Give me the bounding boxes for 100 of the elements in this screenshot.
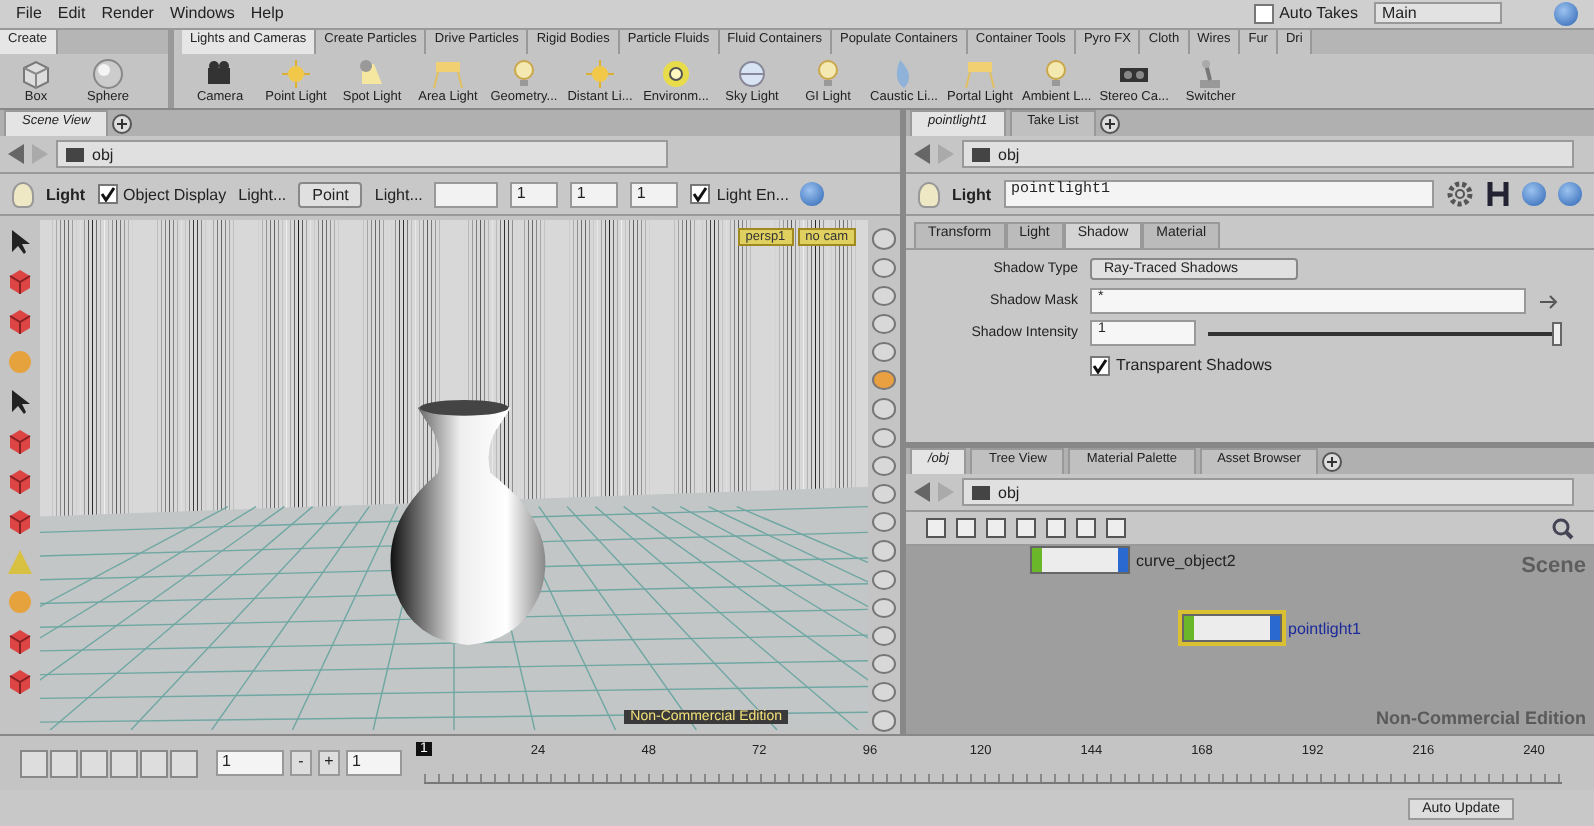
light-bulb-icon xyxy=(508,58,540,91)
node-type-label: Light xyxy=(46,185,86,204)
network-node[interactable] xyxy=(1030,546,1130,575)
circle-icon[interactable] xyxy=(872,427,896,448)
light-bulb-icon xyxy=(918,181,940,208)
menu-item[interactable]: Render xyxy=(101,4,154,23)
playback-button[interactable] xyxy=(170,749,198,778)
circle-icon[interactable] xyxy=(872,228,896,250)
circle-icon[interactable] xyxy=(872,512,896,533)
info-icon[interactable] xyxy=(1522,182,1546,207)
circle-icon[interactable] xyxy=(872,455,896,476)
playback-button[interactable] xyxy=(110,749,138,778)
toolbar-square-icon[interactable] xyxy=(1046,518,1066,539)
step-button[interactable]: - xyxy=(290,750,312,777)
add-tab-icon[interactable] xyxy=(1322,451,1343,472)
menu-item[interactable]: Windows xyxy=(169,4,235,23)
cube-icon[interactable] xyxy=(6,308,34,337)
circle-icon[interactable] xyxy=(872,342,896,363)
checkmark-icon xyxy=(99,186,116,203)
path-field[interactable]: obj xyxy=(962,478,1574,507)
sphere-icon[interactable] xyxy=(872,370,896,391)
node-type-label: Light xyxy=(952,185,992,204)
slider-handle[interactable] xyxy=(1552,321,1562,346)
frame-field[interactable]: 1 xyxy=(216,750,284,777)
value-field[interactable]: 1 xyxy=(630,181,679,208)
playback-button[interactable] xyxy=(140,749,168,778)
playback-button[interactable] xyxy=(80,749,108,778)
value-field[interactable]: 1 xyxy=(570,181,619,208)
light-panel-icon xyxy=(964,58,996,91)
circle-icon[interactable] xyxy=(872,682,896,703)
arrow-icon[interactable] xyxy=(1538,293,1562,310)
light-bulb-icon xyxy=(812,58,844,91)
transparent-shadows-checkbox[interactable]: Transparent Shadows xyxy=(1090,355,1272,376)
cube-icon[interactable] xyxy=(6,628,34,657)
circle-icon[interactable] xyxy=(872,285,896,306)
cursor-arrow-icon[interactable] xyxy=(6,228,34,257)
light-panel-icon xyxy=(432,58,464,91)
circle-icon[interactable] xyxy=(872,569,896,590)
start-frame-field[interactable]: 1 xyxy=(346,750,402,777)
sphere-icon xyxy=(92,58,124,91)
help-icon[interactable] xyxy=(1558,182,1582,207)
cube-icon[interactable] xyxy=(6,668,34,697)
toolbar-square-icon[interactable] xyxy=(1016,518,1036,539)
light-bulb-icon xyxy=(12,181,34,208)
cursor-arrow-icon[interactable] xyxy=(6,388,34,417)
auto-takes-checkbox[interactable]: Auto Takes xyxy=(1253,3,1358,24)
playback-button[interactable] xyxy=(20,749,48,778)
circle-icon[interactable] xyxy=(872,313,896,335)
circle-icon[interactable] xyxy=(872,710,896,732)
cube-icon[interactable] xyxy=(6,468,34,497)
circle-icon[interactable] xyxy=(872,398,896,420)
network-node[interactable] xyxy=(1182,614,1282,643)
clapboard-icon xyxy=(972,147,990,162)
cube-icon[interactable] xyxy=(6,268,34,297)
toolbar-square-icon[interactable] xyxy=(956,518,976,539)
circle-icon[interactable] xyxy=(872,625,896,647)
help-icon[interactable] xyxy=(800,182,825,207)
menu-item[interactable]: File xyxy=(16,4,42,23)
menu-item[interactable]: Edit xyxy=(57,4,86,23)
node-name: curve_object2 xyxy=(1136,551,1236,570)
light-label: Light... xyxy=(374,185,423,204)
toolbar-square-icon[interactable] xyxy=(1076,518,1096,539)
toolbar-square-icon[interactable] xyxy=(1106,518,1126,539)
context-label: Scene xyxy=(1521,554,1586,579)
circle-icon[interactable] xyxy=(872,257,896,278)
path-field[interactable]: obj xyxy=(962,140,1574,169)
circle-icon[interactable] xyxy=(872,597,896,618)
ring-icon xyxy=(660,58,692,91)
circle-icon[interactable] xyxy=(872,654,896,675)
toolbar-square-icon[interactable] xyxy=(986,518,1006,539)
circle-icon[interactable] xyxy=(872,484,896,505)
cube-icon[interactable] xyxy=(6,508,34,537)
light-type-dropdown[interactable]: Point xyxy=(298,181,363,208)
playback-button[interactable] xyxy=(50,749,78,778)
sun-icon xyxy=(584,58,616,91)
step-button[interactable]: + xyxy=(318,750,340,777)
menu-item[interactable]: Help xyxy=(250,4,284,23)
h-letter-icon[interactable] xyxy=(1486,180,1510,209)
search-icon[interactable] xyxy=(1552,517,1574,540)
desktop-dropdown[interactable]: Main xyxy=(1374,2,1502,25)
circle-icon[interactable] xyxy=(872,540,896,562)
value-field[interactable]: 1 xyxy=(510,181,559,208)
add-tab-icon[interactable] xyxy=(1100,113,1121,134)
path-field[interactable]: obj xyxy=(56,140,668,169)
light-enable-checkbox[interactable]: Light En... xyxy=(690,184,789,205)
checkmark-icon xyxy=(692,186,709,203)
checkmark-icon xyxy=(1092,357,1108,374)
gear-icon[interactable] xyxy=(1446,180,1474,209)
edition-label: Non-Commercial Edition xyxy=(1375,708,1586,729)
cube-icon[interactable] xyxy=(6,428,34,457)
help-icon[interactable] xyxy=(1554,1,1578,26)
node-name: pointlight1 xyxy=(1288,619,1361,638)
add-tab-icon[interactable] xyxy=(112,113,133,134)
color-swatch-field[interactable] xyxy=(434,181,499,208)
sun-icon xyxy=(280,58,312,91)
clapboard-icon xyxy=(972,485,990,500)
globe-icon xyxy=(736,58,768,91)
clapboard-icon xyxy=(66,147,84,162)
toolbar-square-icon[interactable] xyxy=(926,518,946,539)
object-display-checkbox[interactable]: Object Display xyxy=(97,184,227,205)
